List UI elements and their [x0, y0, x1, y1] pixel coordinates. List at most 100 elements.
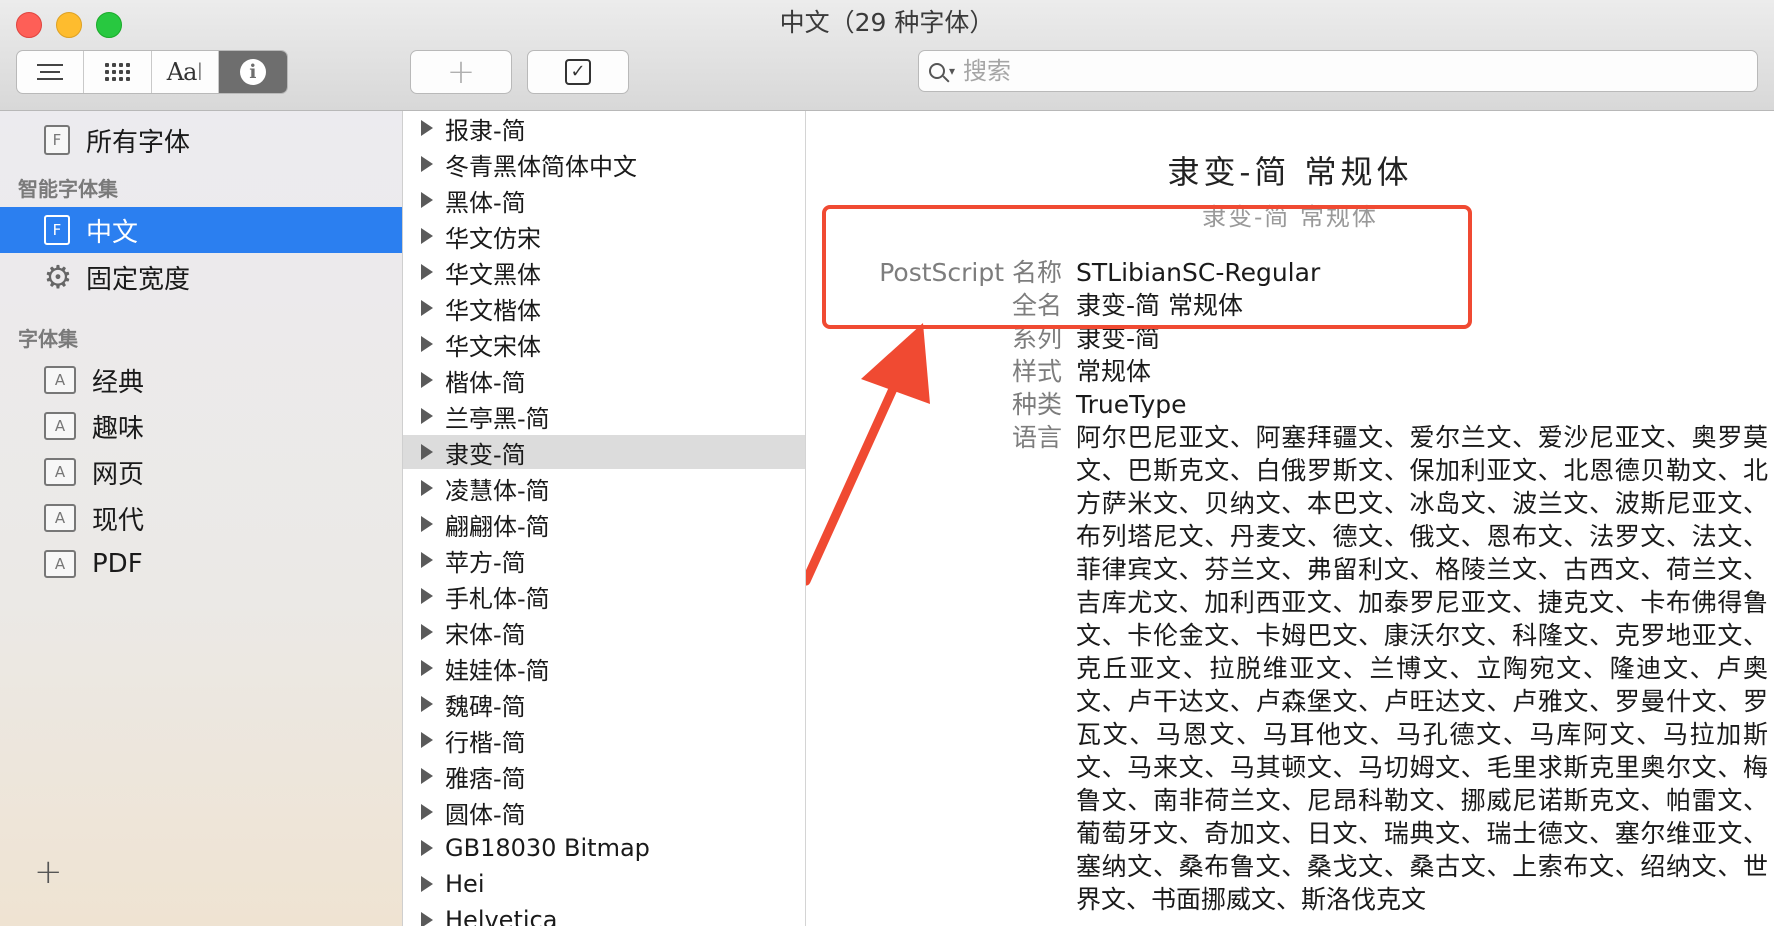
font-library-icon: A	[44, 504, 76, 532]
font-family-name: 行楷-简	[445, 728, 526, 757]
info-value: TrueType	[1076, 390, 1187, 419]
font-family-name: 苹方-简	[445, 548, 526, 577]
info-view-button[interactable]: i	[218, 51, 287, 93]
sidebar-item-classic[interactable]: A 经典	[0, 357, 402, 403]
disclosure-triangle-icon[interactable]	[421, 768, 433, 784]
font-family-name: 华文黑体	[445, 260, 541, 289]
sidebar-item-fixed-width[interactable]: ⚙ 固定宽度	[0, 254, 402, 300]
font-family-name: 冬青黑体简体中文	[445, 152, 637, 181]
disclosure-triangle-icon[interactable]	[421, 840, 433, 856]
font-list-item[interactable]: 华文黑体	[403, 255, 805, 289]
sample-view-label: Aa	[166, 58, 198, 86]
font-list-item[interactable]: 行楷-简	[403, 723, 805, 757]
disclosure-triangle-icon[interactable]	[421, 228, 433, 244]
sidebar-item-web[interactable]: A 网页	[0, 449, 402, 495]
disclosure-triangle-icon[interactable]	[421, 912, 433, 926]
sidebar-item-label: 经典	[92, 367, 145, 398]
search-field[interactable]: ▾	[918, 50, 1758, 92]
disclosure-triangle-icon[interactable]	[421, 696, 433, 712]
font-list-item[interactable]: GB18030 Bitmap	[403, 831, 805, 865]
font-list-item[interactable]: 报隶-简	[403, 111, 805, 145]
disclosure-triangle-icon[interactable]	[421, 588, 433, 604]
font-list-item[interactable]: 圆体-简	[403, 795, 805, 829]
font-list-item[interactable]: 翩翩体-简	[403, 507, 805, 541]
font-family-name: 凌慧体-简	[445, 476, 550, 505]
sidebar-item-label: 固定宽度	[86, 264, 191, 295]
disclosure-triangle-icon[interactable]	[421, 336, 433, 352]
font-library-icon: A	[44, 412, 76, 440]
disclosure-triangle-icon[interactable]	[421, 408, 433, 424]
disclosure-triangle-icon[interactable]	[421, 120, 433, 136]
font-list-item[interactable]: 华文楷体	[403, 291, 805, 325]
disclosure-triangle-icon[interactable]	[421, 552, 433, 568]
disclosure-triangle-icon[interactable]	[421, 876, 433, 892]
font-family-name: 雅痞-简	[445, 764, 526, 793]
font-list-item-selected[interactable]: 隶变-简	[403, 435, 805, 469]
disclosure-triangle-icon[interactable]	[421, 372, 433, 388]
disclosure-triangle-icon[interactable]	[421, 444, 433, 460]
font-list-item[interactable]: 冬青黑体简体中文	[403, 147, 805, 181]
font-family-name: 隶变-简	[445, 440, 526, 469]
validate-font-button[interactable]: ✓	[527, 50, 629, 94]
disclosure-triangle-icon[interactable]	[421, 300, 433, 316]
info-key: 语言	[1011, 423, 1062, 452]
disclosure-triangle-icon[interactable]	[421, 804, 433, 820]
list-view-icon	[37, 64, 64, 80]
chevron-down-icon[interactable]: ▾	[949, 64, 955, 78]
font-list-item[interactable]: Hei	[403, 867, 805, 901]
sidebar: F 所有字体 智能字体集 F 中文 ⚙ 固定宽度 字体集 A 经典 A 趣味 A…	[0, 111, 403, 926]
font-list-item[interactable]: 苹方-简	[403, 543, 805, 577]
font-family-name: 华文仿宋	[445, 224, 541, 253]
grid-view-button[interactable]	[84, 51, 152, 93]
font-list-item[interactable]: 黑体-简	[403, 183, 805, 217]
sidebar-item-modern[interactable]: A 现代	[0, 495, 402, 541]
font-family-list: 报隶-简 冬青黑体简体中文 黑体-简 华文仿宋 华文黑体 华文楷体 华文宋体 楷…	[403, 111, 806, 926]
sidebar-item-chinese[interactable]: F 中文	[0, 207, 402, 253]
font-family-name: 华文宋体	[445, 332, 541, 361]
font-list-item[interactable]: 兰亭黑-简	[403, 399, 805, 433]
view-mode-segmented-control: AaI i	[16, 50, 288, 94]
disclosure-triangle-icon[interactable]	[421, 480, 433, 496]
sidebar-item-fun[interactable]: A 趣味	[0, 403, 402, 449]
font-list-item[interactable]: 宋体-简	[403, 615, 805, 649]
list-view-button[interactable]	[17, 51, 85, 93]
font-list-item[interactable]: 楷体-简	[403, 363, 805, 397]
font-list-item[interactable]: Helvetica	[403, 903, 805, 926]
title-bar: 中文（29 种字体） AaI i + ✓ ▾	[0, 0, 1774, 111]
font-collection-icon: F	[44, 125, 70, 155]
font-list-item[interactable]: 雅痞-简	[403, 759, 805, 793]
sample-view-button[interactable]: AaI	[152, 51, 219, 93]
annotation-highlight-box	[822, 205, 1472, 329]
disclosure-triangle-icon[interactable]	[421, 660, 433, 676]
disclosure-triangle-icon[interactable]	[421, 516, 433, 532]
font-library-icon: A	[44, 550, 76, 578]
disclosure-triangle-icon[interactable]	[421, 264, 433, 280]
font-list-item[interactable]: 手札体-简	[403, 579, 805, 613]
font-list-item[interactable]: 华文宋体	[403, 327, 805, 361]
sidebar-item-pdf[interactable]: A PDF	[0, 541, 402, 587]
info-view-icon: i	[239, 59, 266, 85]
font-list-item[interactable]: 凌慧体-简	[403, 471, 805, 505]
font-info-pane: 隶变-简 常规体 隶变-简 常规体 PostScript 名称 STLibian…	[806, 111, 1774, 926]
disclosure-triangle-icon[interactable]	[421, 732, 433, 748]
add-font-button[interactable]: +	[410, 50, 512, 94]
sidebar-item-label: 所有字体	[86, 127, 191, 158]
sidebar-item-all-fonts[interactable]: F 所有字体	[0, 117, 402, 163]
add-collection-button[interactable]: +	[34, 852, 63, 892]
font-family-name: 华文楷体	[445, 296, 541, 325]
disclosure-triangle-icon[interactable]	[421, 156, 433, 172]
disclosure-triangle-icon[interactable]	[421, 192, 433, 208]
sidebar-item-label: 趣味	[92, 413, 145, 444]
font-list-item[interactable]: 魏碑-简	[403, 687, 805, 721]
search-input[interactable]	[961, 56, 1726, 86]
font-list-item[interactable]: 华文仿宋	[403, 219, 805, 253]
window-title: 中文（29 种字体）	[779, 8, 995, 37]
font-family-name: 魏碑-简	[445, 692, 526, 721]
disclosure-triangle-icon[interactable]	[421, 624, 433, 640]
font-family-name: 宋体-简	[445, 620, 526, 649]
sample-view-icon: AaI	[166, 58, 204, 86]
sidebar-item-label: 网页	[92, 459, 145, 490]
sidebar-item-label: 现代	[92, 505, 145, 536]
language-list: 阿尔巴尼亚文、阿塞拜疆文、爱尔兰文、爱沙尼亚文、奥罗莫文、巴斯克文、白俄罗斯文、…	[1076, 423, 1768, 914]
font-list-item[interactable]: 娃娃体-简	[403, 651, 805, 685]
